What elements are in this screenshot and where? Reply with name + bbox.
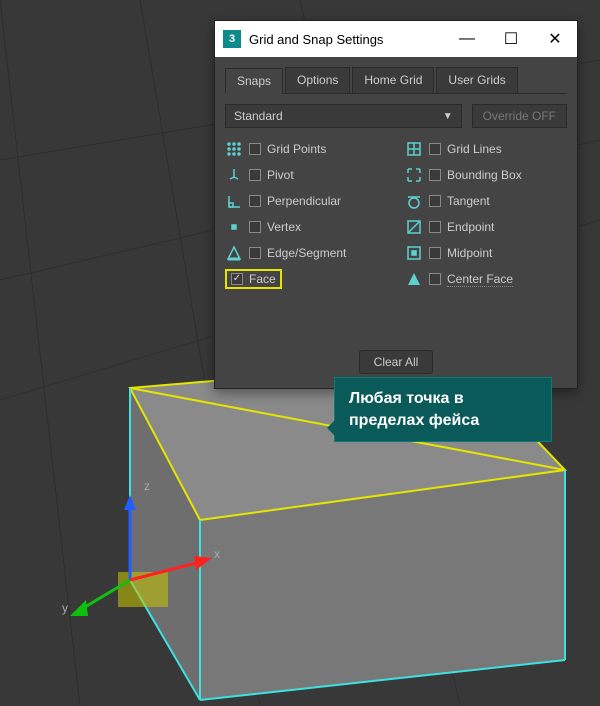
grid-points-icon bbox=[225, 140, 243, 158]
checkbox[interactable] bbox=[429, 195, 441, 207]
snap-endpoint[interactable]: Endpoint bbox=[405, 216, 567, 238]
checkbox[interactable] bbox=[429, 273, 441, 285]
window-title: Grid and Snap Settings bbox=[249, 32, 445, 47]
app-icon: 3 bbox=[223, 30, 241, 48]
annotation-line1: Любая точка в bbox=[349, 390, 464, 407]
tangent-icon bbox=[405, 192, 423, 210]
vertex-icon bbox=[225, 218, 243, 236]
snap-perpendicular[interactable]: Perpendicular bbox=[225, 190, 387, 212]
clear-all-button[interactable]: Clear All bbox=[359, 350, 434, 374]
annotation-tooltip: Любая точка в пределах фейса bbox=[334, 377, 552, 442]
checkbox[interactable] bbox=[429, 221, 441, 233]
snap-edge-segment[interactable]: Edge/Segment bbox=[225, 242, 387, 264]
close-button[interactable]: ✕ bbox=[533, 21, 577, 57]
checkbox[interactable] bbox=[429, 169, 441, 181]
grid-snap-settings-dialog: 3 Grid and Snap Settings — ☐ ✕ Snaps Opt… bbox=[214, 20, 578, 389]
titlebar[interactable]: 3 Grid and Snap Settings — ☐ ✕ bbox=[215, 21, 577, 57]
axis-y-label: y bbox=[62, 601, 68, 615]
grid-lines-icon bbox=[405, 140, 423, 158]
tab-options[interactable]: Options bbox=[285, 67, 350, 93]
edge-icon bbox=[225, 244, 243, 262]
snap-type-dropdown[interactable]: Standard ▼ bbox=[225, 104, 462, 128]
checkbox[interactable] bbox=[249, 221, 261, 233]
maximize-button[interactable]: ☐ bbox=[489, 21, 533, 57]
center-face-icon bbox=[405, 270, 423, 288]
snap-face[interactable]: Face bbox=[225, 268, 387, 290]
checkbox[interactable] bbox=[249, 143, 261, 155]
face-highlight: Face bbox=[225, 269, 282, 289]
axis-z-label: z bbox=[144, 479, 150, 493]
endpoint-icon bbox=[405, 218, 423, 236]
minimize-button[interactable]: — bbox=[445, 21, 489, 57]
snap-tangent[interactable]: Tangent bbox=[405, 190, 567, 212]
checkbox[interactable] bbox=[231, 273, 243, 285]
midpoint-icon bbox=[405, 244, 423, 262]
tab-user-grids[interactable]: User Grids bbox=[436, 67, 517, 93]
annotation-line2: пределах фейса bbox=[349, 410, 537, 432]
tab-snaps[interactable]: Snaps bbox=[225, 68, 283, 94]
checkbox[interactable] bbox=[249, 169, 261, 181]
dropdown-value: Standard bbox=[234, 109, 283, 123]
pivot-icon bbox=[225, 166, 243, 184]
snap-grid-points[interactable]: Grid Points bbox=[225, 138, 387, 160]
snap-center-face[interactable]: Center Face bbox=[405, 268, 567, 290]
tab-home-grid[interactable]: Home Grid bbox=[352, 67, 434, 93]
caret-down-icon: ▼ bbox=[443, 111, 453, 122]
bounding-box-icon bbox=[405, 166, 423, 184]
snap-options-grid: Grid Points Grid Lines Pivot Bounding Bo… bbox=[225, 138, 567, 290]
checkbox[interactable] bbox=[429, 143, 441, 155]
perpendicular-icon bbox=[225, 192, 243, 210]
checkbox[interactable] bbox=[249, 247, 261, 259]
snap-pivot[interactable]: Pivot bbox=[225, 164, 387, 186]
snap-bounding-box[interactable]: Bounding Box bbox=[405, 164, 567, 186]
tabs: Snaps Options Home Grid User Grids bbox=[225, 67, 567, 94]
override-button[interactable]: Override OFF bbox=[472, 104, 567, 128]
snap-vertex[interactable]: Vertex bbox=[225, 216, 387, 238]
axis-x-label: x bbox=[214, 547, 220, 561]
snap-grid-lines[interactable]: Grid Lines bbox=[405, 138, 567, 160]
snap-midpoint[interactable]: Midpoint bbox=[405, 242, 567, 264]
checkbox[interactable] bbox=[429, 247, 441, 259]
checkbox[interactable] bbox=[249, 195, 261, 207]
